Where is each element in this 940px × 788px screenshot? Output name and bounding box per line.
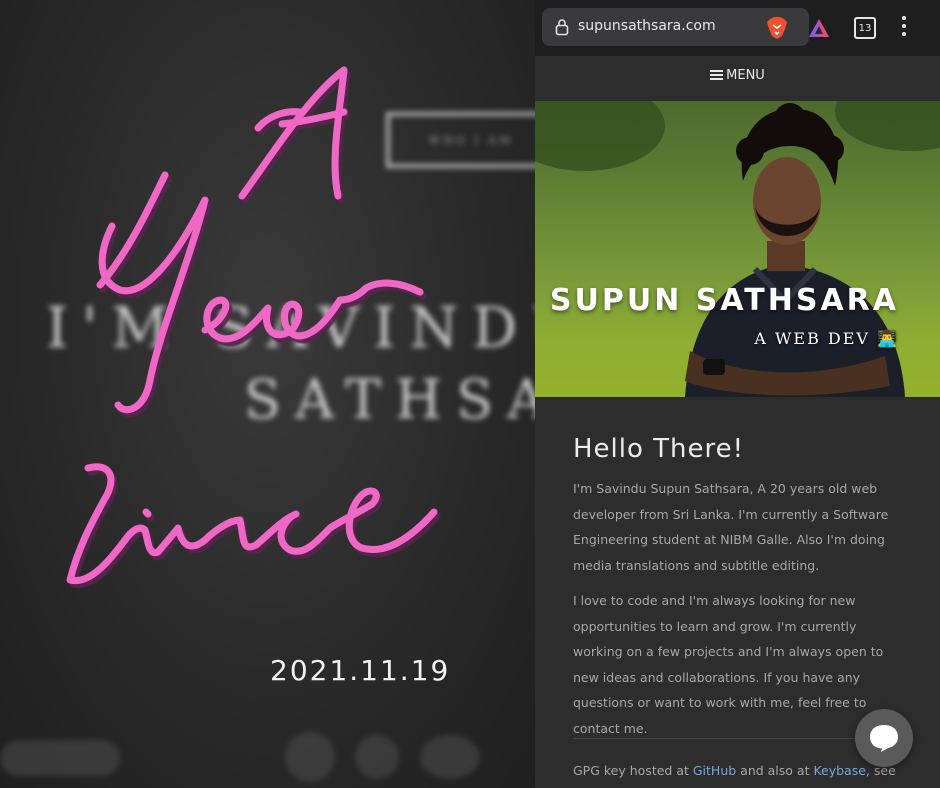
phone-screenshot: supunsathsara.com 13 MENU SUPUN SATHSARA… [535,0,940,788]
script-word-year [96,171,424,414]
brave-rewards-icon[interactable] [808,17,830,39]
section-divider [573,738,903,739]
menu-label: MENU [726,68,765,83]
anniversary-date: 2021.11.19 [270,654,451,687]
script-title [66,66,438,585]
url-text[interactable]: supunsathsara.com [578,18,716,34]
github-link[interactable]: GitHub [693,763,736,778]
hamburger-icon [710,70,724,80]
address-bar[interactable]: supunsathsara.com [542,8,829,46]
tabs-icon[interactable]: 13 [854,17,876,39]
browser-toolbar: supunsathsara.com 13 [535,0,940,56]
site-navbar: MENU [535,56,940,100]
gpg-prefix: GPG key hosted at [573,763,693,778]
chat-button[interactable] [855,709,913,767]
lock-icon[interactable] [555,18,569,36]
menu-button[interactable]: MENU [535,68,940,83]
hero-banner: SUPUN SATHSARA A WEB DEV 👨‍💻 [535,101,940,397]
script-letter-a [238,66,348,200]
chat-bubble-icon [870,725,898,752]
hero-name: SUPUN SATHSARA [549,283,899,318]
page-heading: Hello There! [573,434,745,464]
keybase-link[interactable]: Keybase [813,763,865,778]
gpg-note: GPG key hosted at GitHub and also at Key… [573,760,903,782]
about-paragraph-2: I love to code and I'm always looking fo… [573,593,884,736]
about-paragraph-1: I'm Savindu Supun Sathsara, A 20 years o… [573,481,889,573]
about-section: Hello There! I'm Savindu Supun Sathsara,… [573,434,903,751]
profile-photo [685,103,905,397]
brave-lion-icon[interactable] [766,16,788,40]
kebab-menu-icon[interactable] [900,16,908,40]
gpg-mid: and also at [736,763,814,778]
script-word-since [66,463,438,585]
promo-panel: WHO I AM I'M SAVINDU SATHSA 2021.11.19 [0,0,535,788]
hero-role: A WEB DEV 👨‍💻 [754,329,899,348]
